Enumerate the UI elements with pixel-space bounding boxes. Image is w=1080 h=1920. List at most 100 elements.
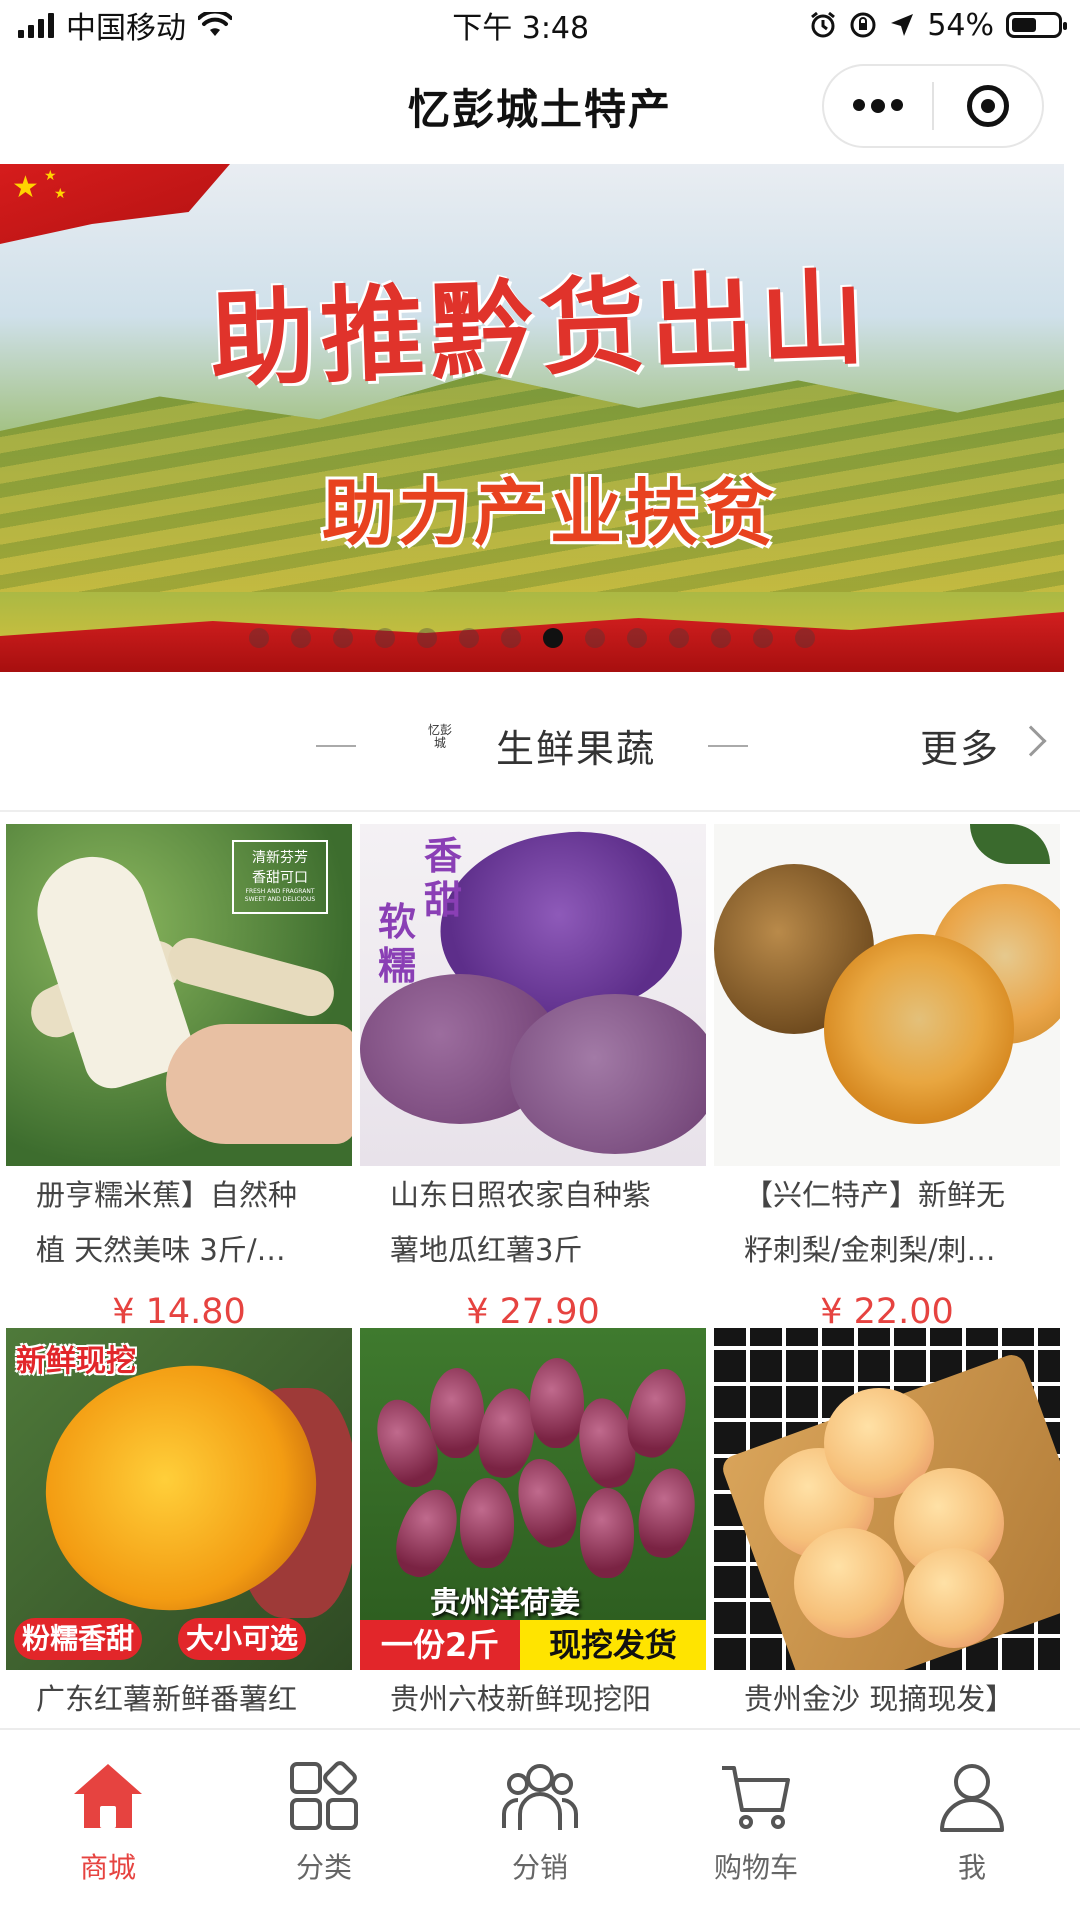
badge-line: FRESH AND FRAGRANT bbox=[245, 888, 315, 895]
product-image[interactable]: 清新芬芳 香甜可口 FRESH AND FRAGRANT SWEET AND D… bbox=[6, 824, 352, 1166]
section-header-fresh: 忆彭城 生鲜果蔬 更多 bbox=[0, 690, 1080, 800]
product-card[interactable]: 【兴仁特产】新鲜无籽刺梨/金刺梨/刺… ¥ 22.00 bbox=[714, 824, 1060, 1332]
rotation-lock-icon bbox=[850, 12, 876, 38]
distribution-icon bbox=[502, 1764, 578, 1830]
image-caption: 新鲜现挖 bbox=[16, 1344, 136, 1379]
mini-program-page: 中国移动 下午 3:48 54% 忆彭城土特产 ★ ★ ★ 助推黔货出山 助力产… bbox=[0, 0, 1080, 1920]
battery-level bbox=[1012, 18, 1036, 32]
product-card[interactable]: 贵州洋荷姜 一份2斤 现挖发货 贵州六枝新鲜现挖阳荷发货 2斤装 包… bbox=[360, 1328, 706, 1728]
product-name: 贵州六枝新鲜现挖阳荷发货 2斤装 包… bbox=[390, 1682, 652, 1716]
carousel-dot[interactable] bbox=[333, 628, 353, 648]
product-card[interactable]: 新鲜现挖 粉糯香甜 大小可选 广东红薯新鲜番薯红蜜薯地瓜5斤沙地… bbox=[6, 1328, 352, 1728]
tab-bar: 商城 分类 分销 购物车 我 bbox=[0, 1728, 1080, 1920]
product-image[interactable] bbox=[714, 1328, 1060, 1670]
nav-bar: 忆彭城土特产 bbox=[0, 50, 1080, 162]
product-card[interactable]: 清新芬芳 香甜可口 FRESH AND FRAGRANT SWEET AND D… bbox=[6, 824, 352, 1332]
carousel-dot[interactable] bbox=[795, 628, 815, 648]
product-card[interactable]: 贵州金沙 现摘现发】农户自种黄桃5… bbox=[714, 1328, 1060, 1728]
product-image[interactable]: 贵州洋荷姜 一份2斤 现挖发货 bbox=[360, 1328, 706, 1670]
tab-label: 购物车 bbox=[713, 1851, 798, 1884]
carousel-dot[interactable] bbox=[501, 628, 521, 648]
alarm-icon bbox=[811, 11, 836, 38]
chevron-right-icon[interactable] bbox=[1015, 725, 1047, 757]
location-icon bbox=[891, 14, 914, 36]
flag-star-icon: ★ bbox=[54, 186, 67, 202]
more-dots-icon bbox=[853, 99, 903, 113]
battery-percent: 54% bbox=[927, 7, 994, 43]
badge-line: SWEET AND DELICIOUS bbox=[244, 896, 316, 903]
product-name: 广东红薯新鲜番薯红蜜薯地瓜5斤沙地… bbox=[36, 1682, 298, 1716]
tab-label: 分销 bbox=[511, 1851, 568, 1884]
more-menu-button[interactable] bbox=[824, 66, 932, 146]
carousel-dot[interactable] bbox=[669, 628, 689, 648]
product-image[interactable]: 新鲜现挖 粉糯香甜 大小可选 bbox=[6, 1328, 352, 1670]
tab-profile[interactable]: 我 bbox=[864, 1730, 1080, 1920]
tab-cart[interactable]: 购物车 bbox=[648, 1730, 864, 1920]
divider-dash bbox=[316, 745, 356, 747]
carousel-dot[interactable] bbox=[753, 628, 773, 648]
image-badge: 清新芬芳 香甜可口 FRESH AND FRAGRANT SWEET AND D… bbox=[232, 840, 328, 914]
divider-dash bbox=[708, 745, 748, 747]
home-icon bbox=[74, 1764, 142, 1828]
section-title: 生鲜果蔬 bbox=[496, 727, 657, 771]
profile-icon bbox=[940, 1764, 1004, 1832]
carousel-dot[interactable] bbox=[711, 628, 731, 648]
close-miniprogram-button[interactable] bbox=[934, 66, 1042, 146]
product-price: ¥ 14.80 bbox=[112, 1292, 246, 1332]
product-price: ¥ 22.00 bbox=[820, 1292, 954, 1332]
product-grid: 清新芬芳 香甜可口 FRESH AND FRAGRANT SWEET AND D… bbox=[0, 824, 1080, 1728]
category-icon bbox=[290, 1761, 358, 1830]
battery-icon bbox=[1006, 12, 1067, 38]
product-image[interactable] bbox=[714, 824, 1060, 1166]
badge-line: 香甜可口 bbox=[252, 870, 308, 886]
image-caption: 香甜 bbox=[424, 834, 463, 922]
image-caption: 现挖发货 bbox=[520, 1620, 706, 1670]
carousel-dot[interactable] bbox=[249, 628, 269, 648]
tab-home[interactable]: 商城 bbox=[0, 1730, 216, 1920]
image-caption: 大小可选 bbox=[178, 1618, 307, 1660]
cart-icon bbox=[722, 1766, 790, 1829]
product-image[interactable]: 香甜 软糯 bbox=[360, 824, 706, 1166]
carrier-label: 中国移动 bbox=[66, 11, 186, 46]
image-caption: 粉糯香甜 bbox=[14, 1618, 143, 1660]
carousel-dot[interactable] bbox=[291, 628, 311, 648]
status-right: 54% bbox=[809, 7, 1067, 43]
product-name: 山东日照农家自种紫薯地瓜红薯3斤 bbox=[390, 1178, 652, 1267]
tab-distribution[interactable]: 分销 bbox=[432, 1730, 648, 1920]
status-bar: 中国移动 下午 3:48 54% bbox=[0, 0, 1080, 50]
section-divider bbox=[0, 810, 1080, 812]
promo-banner[interactable]: ★ ★ ★ 助推黔货出山 助力产业扶贫 bbox=[0, 164, 1064, 672]
tab-label: 我 bbox=[957, 1851, 986, 1884]
capsule-menu bbox=[822, 64, 1044, 148]
product-name: 册亨糯米蕉】自然种植 天然美味 3斤/… bbox=[36, 1178, 298, 1267]
flag-star-icon: ★ bbox=[12, 170, 39, 205]
product-name: 【兴仁特产】新鲜无籽刺梨/金刺梨/刺… bbox=[744, 1178, 1006, 1267]
banner-subheadline: 助力产业扶贫 bbox=[321, 471, 778, 555]
carousel-dot[interactable] bbox=[627, 628, 647, 648]
status-time: 下午 3:48 bbox=[452, 11, 590, 46]
signal-icon bbox=[18, 12, 54, 38]
product-card[interactable]: 香甜 软糯 山东日照农家自种紫薯地瓜红薯3斤 ¥ 27.90 bbox=[360, 824, 706, 1332]
shop-logo: 忆彭城 bbox=[428, 723, 453, 750]
target-icon bbox=[967, 85, 1009, 127]
tab-label: 商城 bbox=[79, 1851, 136, 1884]
image-caption: 一份2斤 bbox=[360, 1620, 520, 1670]
more-link[interactable]: 更多 bbox=[920, 718, 1000, 773]
carousel-dot[interactable] bbox=[459, 628, 479, 648]
carousel-dot[interactable] bbox=[585, 628, 605, 648]
carousel-indicator bbox=[0, 628, 1064, 648]
product-name: 贵州金沙 现摘现发】农户自种黄桃5… bbox=[744, 1682, 1015, 1716]
carousel-dot-active[interactable] bbox=[543, 628, 563, 648]
badge-line: 清新芬芳 bbox=[252, 850, 308, 866]
carousel-dot[interactable] bbox=[375, 628, 395, 648]
carousel-dot[interactable] bbox=[417, 628, 437, 648]
tab-label: 分类 bbox=[295, 1851, 352, 1884]
wifi-icon bbox=[198, 12, 232, 36]
image-caption: 软糯 bbox=[378, 900, 417, 988]
product-price: ¥ 27.90 bbox=[466, 1292, 600, 1332]
page-title: 忆彭城土特产 bbox=[407, 84, 672, 134]
tab-category[interactable]: 分类 bbox=[216, 1730, 432, 1920]
status-left: 中国移动 bbox=[18, 3, 232, 47]
banner-headline: 助推黔货出山 bbox=[208, 255, 873, 402]
image-caption: 贵州洋荷姜 bbox=[430, 1586, 580, 1621]
